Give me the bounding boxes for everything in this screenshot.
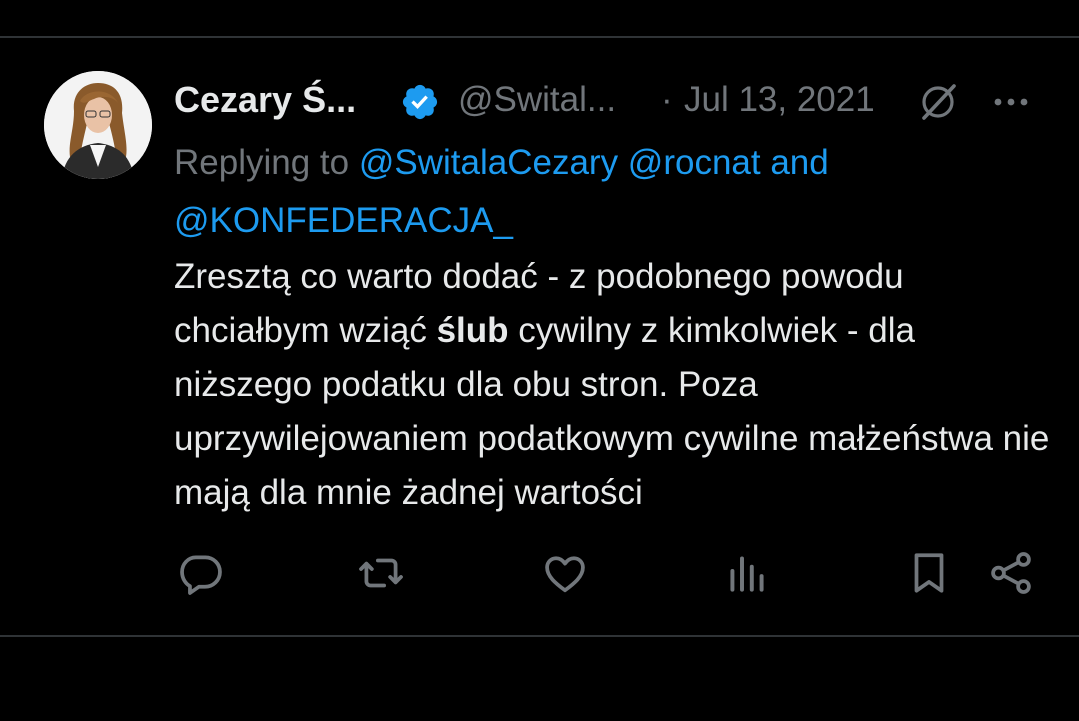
- views-icon[interactable]: [722, 548, 772, 598]
- verified-badge-icon: [400, 82, 440, 122]
- tweet-text-bold: ślub: [436, 311, 509, 350]
- action-bar: [0, 548, 1079, 608]
- mention-conjunction: and: [770, 143, 829, 182]
- retweet-icon[interactable]: [356, 548, 406, 598]
- tweet[interactable]: Cezary Ś... @Swital... · Jul 13, 2021 Re…: [0, 38, 1079, 635]
- share-icon[interactable]: [986, 548, 1036, 598]
- user-handle[interactable]: @Swital...: [458, 78, 616, 122]
- like-icon[interactable]: [540, 548, 590, 598]
- reply-icon[interactable]: [176, 548, 226, 598]
- mention-link[interactable]: @SwitalaCezary: [359, 143, 618, 182]
- header-separator: ·: [661, 80, 673, 119]
- bookmark-icon[interactable]: [904, 548, 954, 598]
- replying-to: Replying to @SwitalaCezary @rocnat and @…: [174, 134, 1054, 250]
- more-icon[interactable]: [986, 80, 1036, 124]
- tweet-date[interactable]: Jul 13, 2021: [684, 78, 875, 122]
- mention-link[interactable]: @KONFEDERACJA_: [174, 201, 513, 240]
- bottom-divider: [0, 635, 1079, 637]
- display-name[interactable]: Cezary Ś...: [174, 78, 356, 122]
- replying-prefix: Replying to: [174, 143, 350, 182]
- mention-link[interactable]: @rocnat: [628, 143, 761, 182]
- avatar[interactable]: [44, 71, 152, 179]
- tweet-text: Zresztą co warto dodać - z podobnego pow…: [174, 250, 1054, 520]
- tweet-header: Cezary Ś... @Swital... · Jul 13, 2021: [174, 71, 1054, 123]
- grok-icon[interactable]: [916, 80, 960, 124]
